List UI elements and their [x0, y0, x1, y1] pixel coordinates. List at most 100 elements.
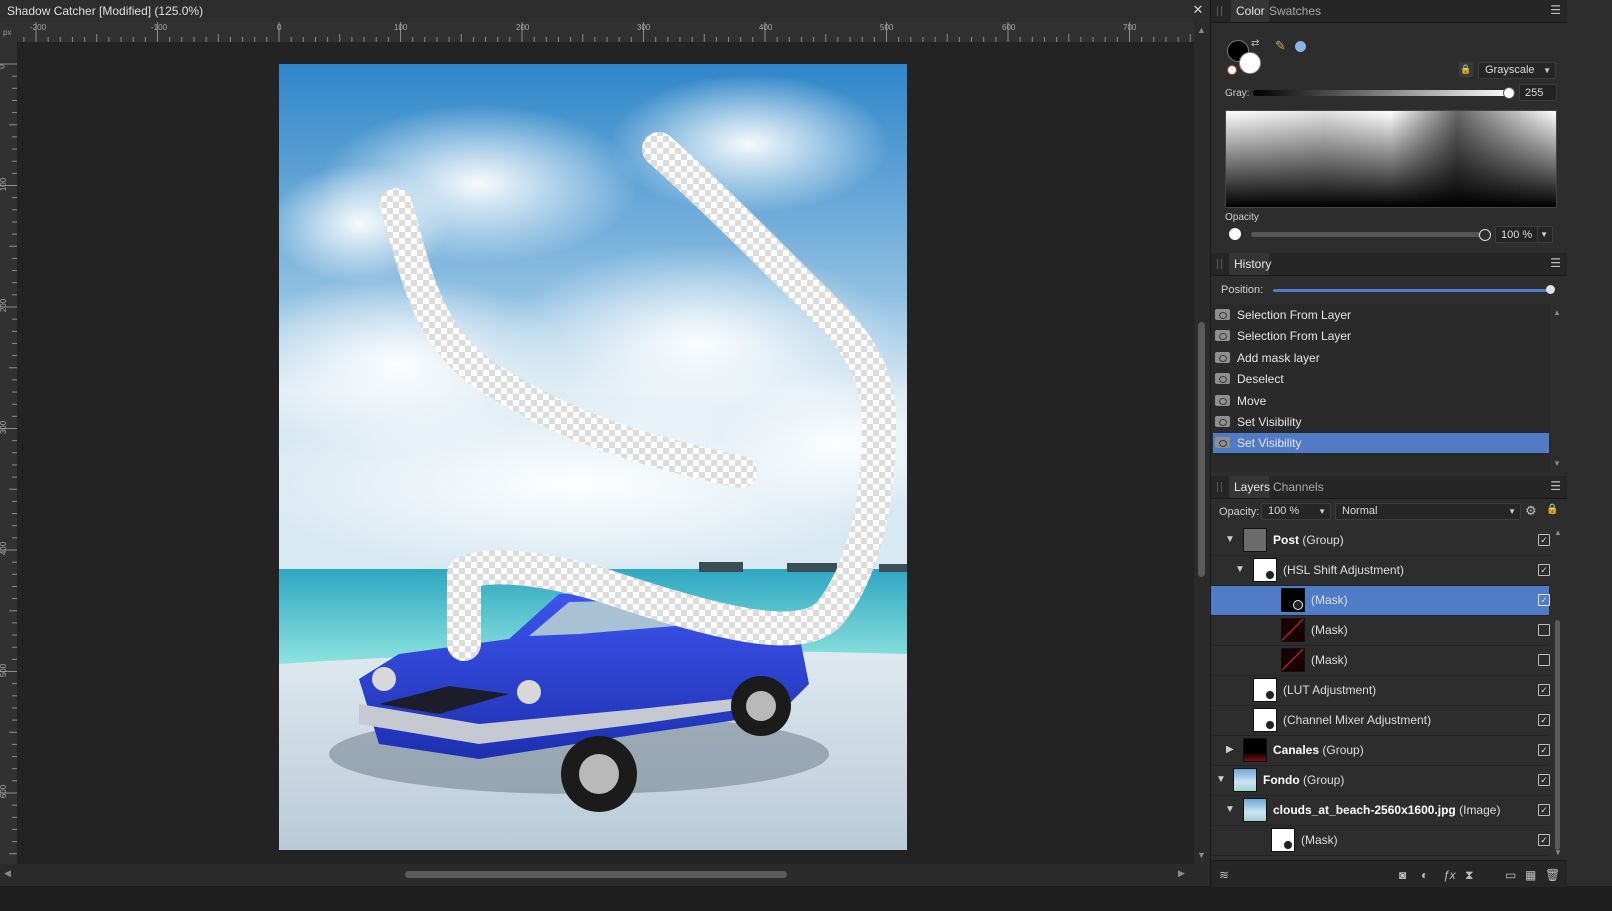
close-document-icon[interactable]: ✕: [1190, 2, 1206, 18]
panel-menu-icon[interactable]: ☰: [1550, 3, 1561, 17]
panel-menu-icon[interactable]: ☰: [1550, 479, 1561, 493]
adjustment-icon[interactable]: ◐: [1421, 868, 1428, 882]
layer-settings-gear-icon[interactable]: ⚙: [1525, 503, 1537, 519]
visibility-checkbox[interactable]: ✓: [1538, 834, 1550, 846]
history-item[interactable]: Set Visibility: [1213, 412, 1549, 432]
layer-row-mask-selected[interactable]: (Mask) ✓: [1211, 586, 1550, 616]
tab-history[interactable]: History: [1234, 257, 1271, 271]
tab-layers[interactable]: Layers: [1234, 480, 1270, 494]
layer-row-post-group[interactable]: ▼ Post (Group) ✓: [1211, 526, 1550, 556]
collapse-arrow-icon[interactable]: ▼: [1216, 774, 1226, 785]
add-pixel-layer-icon[interactable]: ▦: [1525, 868, 1536, 882]
history-item[interactable]: Add mask layer: [1213, 348, 1549, 368]
collapse-arrow-icon[interactable]: ▼: [1225, 804, 1235, 815]
history-scroll-down-icon[interactable]: ▼: [1553, 459, 1561, 468]
layer-name: (Mask): [1311, 653, 1348, 667]
panel-grip-icon[interactable]: [1217, 259, 1222, 269]
gray-value-field[interactable]: 255: [1519, 84, 1557, 101]
layers-opacity-label: Opacity:: [1219, 506, 1260, 518]
gray-spectrum[interactable]: [1225, 110, 1557, 208]
color-model-dropdown[interactable]: Grayscale ▼: [1478, 62, 1556, 79]
history-position-slider[interactable]: [1273, 289, 1549, 292]
layers-scroll-down-icon[interactable]: ▼: [1554, 848, 1562, 857]
opacity-slider-handle[interactable]: [1479, 229, 1491, 241]
panel-grip-icon[interactable]: [1217, 482, 1222, 492]
lock-icon[interactable]: 🔒: [1459, 62, 1473, 77]
history-item[interactable]: Selection From Layer: [1213, 305, 1549, 325]
horizontal-scroll-thumb[interactable]: [405, 871, 787, 878]
vertical-scrollbar[interactable]: ▲ ▼: [1194, 22, 1210, 864]
horizontal-ruler[interactable]: -200 -100 0 100 200 300 400 500 600 700: [17, 22, 1194, 42]
color-opacity-dropdown[interactable]: ▼: [1537, 226, 1553, 243]
eyedropper-icon[interactable]: ✎: [1275, 38, 1286, 54]
layer-lock-icon[interactable]: 🔒: [1546, 504, 1558, 515]
secondary-color-swatch[interactable]: [1239, 52, 1261, 74]
history-scroll-up-icon[interactable]: ▲: [1553, 308, 1561, 317]
history-item-label: Add mask layer: [1237, 351, 1320, 365]
visibility-checkbox[interactable]: ✓: [1538, 774, 1550, 786]
visibility-checkbox[interactable]: [1538, 654, 1550, 666]
no-color-icon[interactable]: [1227, 65, 1237, 75]
live-filter-icon[interactable]: ⧗: [1465, 868, 1473, 883]
history-item[interactable]: Selection From Layer: [1213, 326, 1549, 346]
visibility-checkbox[interactable]: ✓: [1538, 744, 1550, 756]
scroll-down-icon[interactable]: ▼: [1197, 850, 1206, 860]
collapse-arrow-icon[interactable]: ▼: [1235, 564, 1245, 575]
swap-colors-icon[interactable]: ⇄: [1251, 38, 1259, 49]
color-opacity-field[interactable]: 100 %: [1495, 226, 1543, 243]
scroll-right-icon[interactable]: ▶: [1178, 868, 1185, 879]
visibility-checkbox[interactable]: [1538, 624, 1550, 636]
studio-panels: Color Swatches ☰ ⇄ ✎ 🔒 Grayscale ▼ Gray:…: [1210, 0, 1612, 887]
ruler-label: 500: [0, 663, 9, 678]
layer-row-mask[interactable]: (Mask): [1211, 616, 1550, 646]
scroll-left-icon[interactable]: ◀: [4, 868, 11, 879]
tab-swatches[interactable]: Swatches: [1269, 4, 1321, 18]
history-item-label: Selection From Layer: [1237, 329, 1352, 343]
layers-opacity-dropdown[interactable]: 100 % ▼: [1261, 503, 1331, 520]
layer-row-clouds-image[interactable]: ▼ clouds_at_beach-2560x1600.jpg (Image) …: [1211, 796, 1550, 826]
history-position-handle[interactable]: [1546, 285, 1555, 294]
horizontal-scrollbar[interactable]: ◀ ▶: [0, 864, 1194, 886]
layer-row-fondo-group[interactable]: ▼ Fondo (Group) ✓: [1211, 766, 1550, 796]
history-item-selected[interactable]: Set Visibility: [1213, 433, 1549, 453]
add-mask-icon[interactable]: ◙: [1399, 868, 1406, 882]
layer-row-canales-group[interactable]: ▶ Canales (Group) ✓: [1211, 736, 1550, 766]
vertical-scroll-thumb[interactable]: [1198, 322, 1205, 577]
layers-scroll-up-icon[interactable]: ▲: [1554, 528, 1562, 537]
layer-row-hsl-shift[interactable]: ▼ (HSL Shift Adjustment) ✓: [1211, 556, 1550, 586]
opacity-slider-track[interactable]: [1251, 232, 1487, 237]
gray-slider-handle[interactable]: [1503, 87, 1515, 99]
history-item[interactable]: Move: [1213, 391, 1549, 411]
expand-arrow-icon[interactable]: ▶: [1226, 744, 1234, 755]
add-group-icon[interactable]: ▭: [1505, 868, 1516, 882]
canvas-area[interactable]: [17, 42, 1194, 864]
history-item[interactable]: Deselect: [1213, 369, 1549, 389]
collapse-arrow-icon[interactable]: ▼: [1225, 534, 1235, 545]
tab-color[interactable]: Color: [1236, 4, 1265, 18]
visibility-checkbox[interactable]: ✓: [1538, 534, 1550, 546]
visibility-checkbox[interactable]: ✓: [1538, 714, 1550, 726]
panel-menu-icon[interactable]: ☰: [1550, 256, 1561, 270]
document-image[interactable]: [279, 64, 907, 850]
ruler-label: -100: [151, 23, 168, 32]
layer-row-mask[interactable]: (Mask) ✓: [1211, 826, 1550, 856]
visibility-checkbox[interactable]: ✓: [1538, 594, 1550, 606]
visibility-checkbox[interactable]: ✓: [1538, 684, 1550, 696]
layer-row-channel-mixer[interactable]: (Channel Mixer Adjustment) ✓: [1211, 706, 1550, 736]
fx-icon[interactable]: ƒx: [1443, 868, 1456, 882]
layer-row-mask[interactable]: (Mask): [1211, 646, 1550, 676]
vertical-ruler[interactable]: 0 100 200 300 400 500 600: [0, 42, 17, 864]
delete-layer-icon[interactable]: 🗑: [1545, 868, 1560, 882]
visibility-checkbox[interactable]: ✓: [1538, 804, 1550, 816]
layers-stack-icon[interactable]: ≋: [1219, 868, 1229, 882]
visibility-checkbox[interactable]: ✓: [1538, 564, 1550, 576]
picked-color-swatch[interactable]: [1295, 41, 1306, 52]
tab-channels[interactable]: Channels: [1273, 480, 1324, 494]
blend-mode-dropdown[interactable]: Normal ▼: [1335, 503, 1521, 520]
layer-row-lut[interactable]: (LUT Adjustment) ✓: [1211, 676, 1550, 706]
gray-slider-track[interactable]: [1253, 90, 1511, 96]
layers-scroll-thumb[interactable]: [1555, 620, 1560, 850]
panel-grip-icon[interactable]: [1217, 6, 1222, 16]
ruler-label: 500: [880, 23, 894, 32]
scroll-up-icon[interactable]: ▲: [1197, 25, 1206, 35]
